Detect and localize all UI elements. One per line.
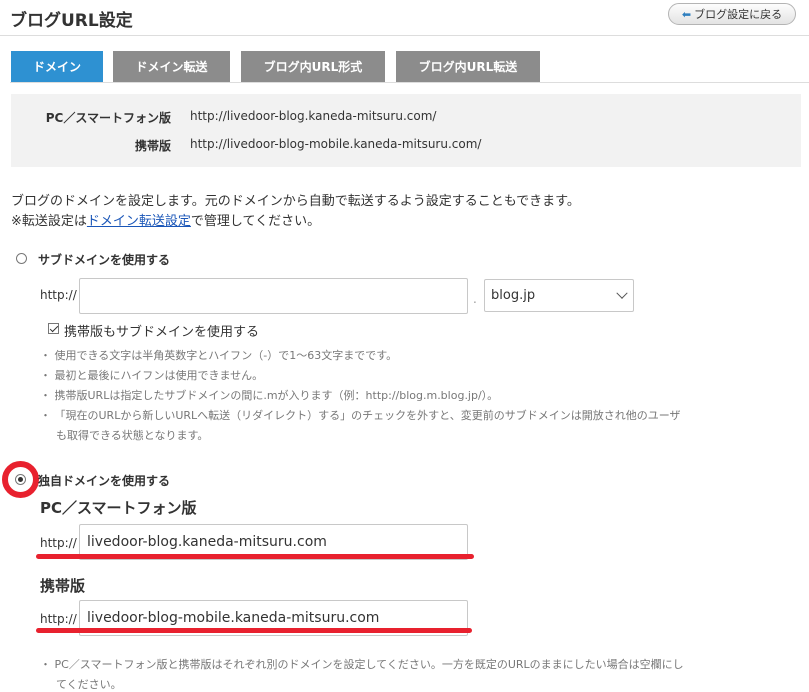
subdomain-base-value: blog.jp <box>491 288 536 303</box>
mobile-subdomain-checkbox[interactable] <box>48 323 59 334</box>
description-line1: ブログのドメインを設定します。元のドメインから自動で転送するよう設定することもで… <box>11 194 580 209</box>
chevron-down-icon <box>616 287 628 299</box>
mobile-url-value: http://livedoor-blog-mobile.kaneda-mitsu… <box>190 137 482 151</box>
subdomain-dot: . <box>473 292 477 306</box>
tab-domain[interactable]: ドメイン <box>11 51 103 82</box>
mobile-subdomain-checkbox-label: 携帯版もサブドメインを使用する <box>64 325 260 340</box>
current-url-panel <box>11 94 801 167</box>
pc-domain-prefix: http:// <box>40 536 77 550</box>
arrow-left-icon: ⬅ <box>681 7 692 21</box>
custom-domain-note-1-cont: てください。 <box>56 678 122 691</box>
domain-forwarding-link[interactable]: ドメイン転送設定 <box>87 214 191 229</box>
title-divider <box>0 35 809 36</box>
subdomain-note-2: ・ 最初と最後にハイフンは使用できません。 <box>40 369 264 382</box>
mobile-url-label: 携帯版 <box>134 139 171 153</box>
pc-url-label: PC／スマートフォン版 <box>45 111 171 125</box>
tab-url-forwarding[interactable]: ブログ内URL転送 <box>396 51 540 82</box>
subdomain-prefix: http:// <box>40 288 77 302</box>
subdomain-radio[interactable] <box>16 253 27 264</box>
description-line2: ※転送設定はドメイン転送設定で管理してください。 <box>11 214 321 229</box>
back-button-label: ブログ設定に戻る <box>694 8 783 21</box>
subdomain-note-1: ・ 使用できる文字は半角英数字とハイフン（-）で1〜63文字までです。 <box>40 349 398 362</box>
subdomain-note-3: ・ 携帯版URLは指定したサブドメインの間に.mが入ります（例：http://b… <box>40 389 499 402</box>
mobile-domain-prefix: http:// <box>40 612 77 626</box>
custom-domain-radio-label: 独自ドメインを使用する <box>38 474 171 488</box>
back-to-blog-settings-button[interactable]: ⬅ ブログ設定に戻る <box>668 3 796 25</box>
page-title: ブログURL設定 <box>10 11 133 31</box>
subdomain-base-select[interactable]: blog.jp <box>484 279 634 312</box>
mobile-domain-underline-mark <box>36 628 472 633</box>
custom-domain-note-1: ・ PC／スマートフォン版と携帯版はそれぞれ別のドメインを設定してください。一方… <box>40 658 684 671</box>
radio-highlight-circle <box>2 461 39 498</box>
tab-divider <box>10 82 809 83</box>
subdomain-input[interactable] <box>79 278 468 314</box>
pc-domain-heading: PC／スマートフォン版 <box>40 499 197 517</box>
pc-url-value: http://livedoor-blog.kaneda-mitsuru.com/ <box>190 109 437 123</box>
pc-domain-underline-mark <box>36 554 474 559</box>
subdomain-radio-label: サブドメインを使用する <box>38 253 171 267</box>
tab-domain-forwarding[interactable]: ドメイン転送 <box>113 51 230 82</box>
mobile-domain-heading: 携帯版 <box>40 577 86 595</box>
subdomain-note-4: ・ 「現在のURLから新しいURLへ転送（リダイレクト）する」のチェックを外すと… <box>40 409 681 422</box>
tab-url-format[interactable]: ブログ内URL形式 <box>241 51 385 82</box>
subdomain-note-4-cont: も取得できる状態となります。 <box>56 429 209 442</box>
